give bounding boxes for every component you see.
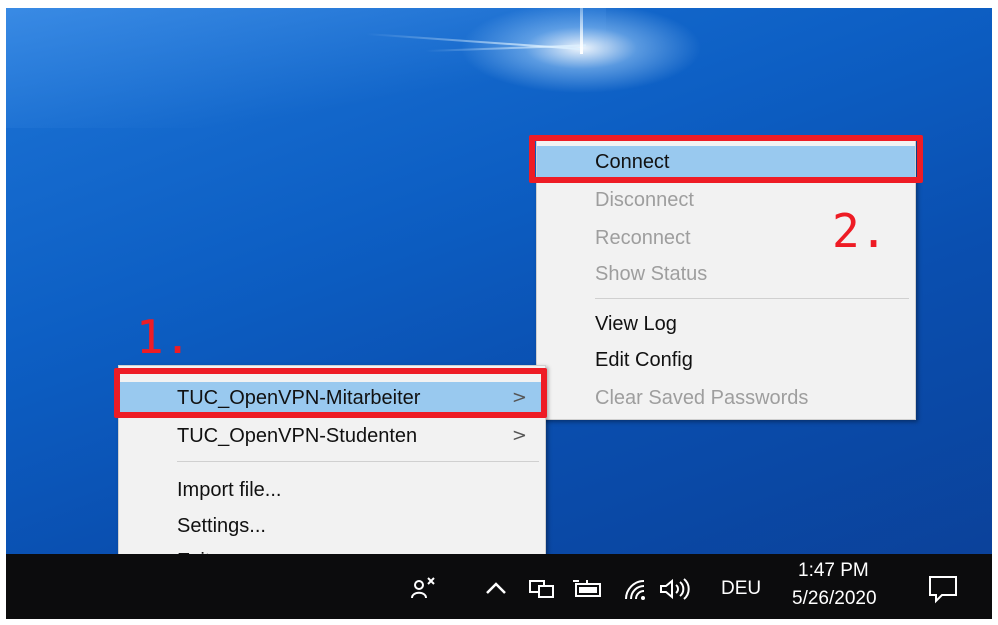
menu-item-label: Import file... <box>177 479 282 501</box>
menu-item-clear-saved-passwords[interactable]: Clear Saved Passwords <box>537 382 915 414</box>
menu-item-connect[interactable]: Connect <box>537 146 915 178</box>
menu-item-label: Reconnect <box>595 227 691 249</box>
clock-date[interactable]: 5/26/2020 <box>792 588 877 610</box>
wallpaper-light <box>6 8 606 128</box>
volume-icon[interactable] <box>658 577 692 606</box>
wallpaper-beam-vertical <box>580 8 583 54</box>
menu-item-label: Clear Saved Passwords <box>595 387 809 409</box>
menu-item-label: TUC_OpenVPN-Studenten <box>177 425 418 447</box>
menu-item-profile-studenten[interactable]: TUC_OpenVPN-Studenten > <box>119 420 545 452</box>
step-label-2: 2. <box>832 204 888 258</box>
chevron-up-icon[interactable] <box>484 578 508 603</box>
profile-submenu: Connect Disconnect Reconnect Show Status… <box>536 138 916 420</box>
wifi-icon[interactable] <box>622 578 650 607</box>
menu-item-label: Show Status <box>595 263 708 285</box>
desktop-background: Connect Disconnect Reconnect Show Status… <box>6 8 992 619</box>
menu-item-label: Disconnect <box>595 189 694 211</box>
menu-separator <box>177 461 539 462</box>
taskbar: DEU 1:47 PM 5/26/2020 <box>6 554 992 619</box>
menu-item-label: Connect <box>595 151 670 173</box>
chevron-right-icon: > <box>511 425 527 446</box>
action-center-icon[interactable] <box>926 574 960 609</box>
chevron-right-icon: > <box>511 387 527 408</box>
step-label-1: 1. <box>136 310 192 364</box>
menu-item-edit-config[interactable]: Edit Config <box>537 344 915 376</box>
menu-item-label: View Log <box>595 313 677 335</box>
menu-item-show-status[interactable]: Show Status <box>537 258 915 290</box>
menu-item-settings[interactable]: Settings... <box>119 510 545 542</box>
openvpn-tray-menu: TUC_OpenVPN-Mitarbeiter > TUC_OpenVPN-St… <box>118 365 546 579</box>
menu-item-view-log[interactable]: View Log <box>537 308 915 340</box>
menu-separator <box>595 298 909 299</box>
network-icon[interactable] <box>528 578 556 605</box>
openvpn-icon[interactable] <box>410 576 438 605</box>
menu-item-label: Settings... <box>177 515 266 537</box>
menu-item-label: Edit Config <box>595 349 693 371</box>
language-indicator[interactable]: DEU <box>721 578 761 600</box>
menu-item-label: TUC_OpenVPN-Mitarbeiter <box>177 387 421 409</box>
clock-time[interactable]: 1:47 PM <box>798 560 869 582</box>
menu-item-profile-mitarbeiter[interactable]: TUC_OpenVPN-Mitarbeiter > <box>119 382 545 414</box>
menu-item-import-file[interactable]: Import file... <box>119 474 545 506</box>
battery-icon[interactable] <box>571 578 605 605</box>
